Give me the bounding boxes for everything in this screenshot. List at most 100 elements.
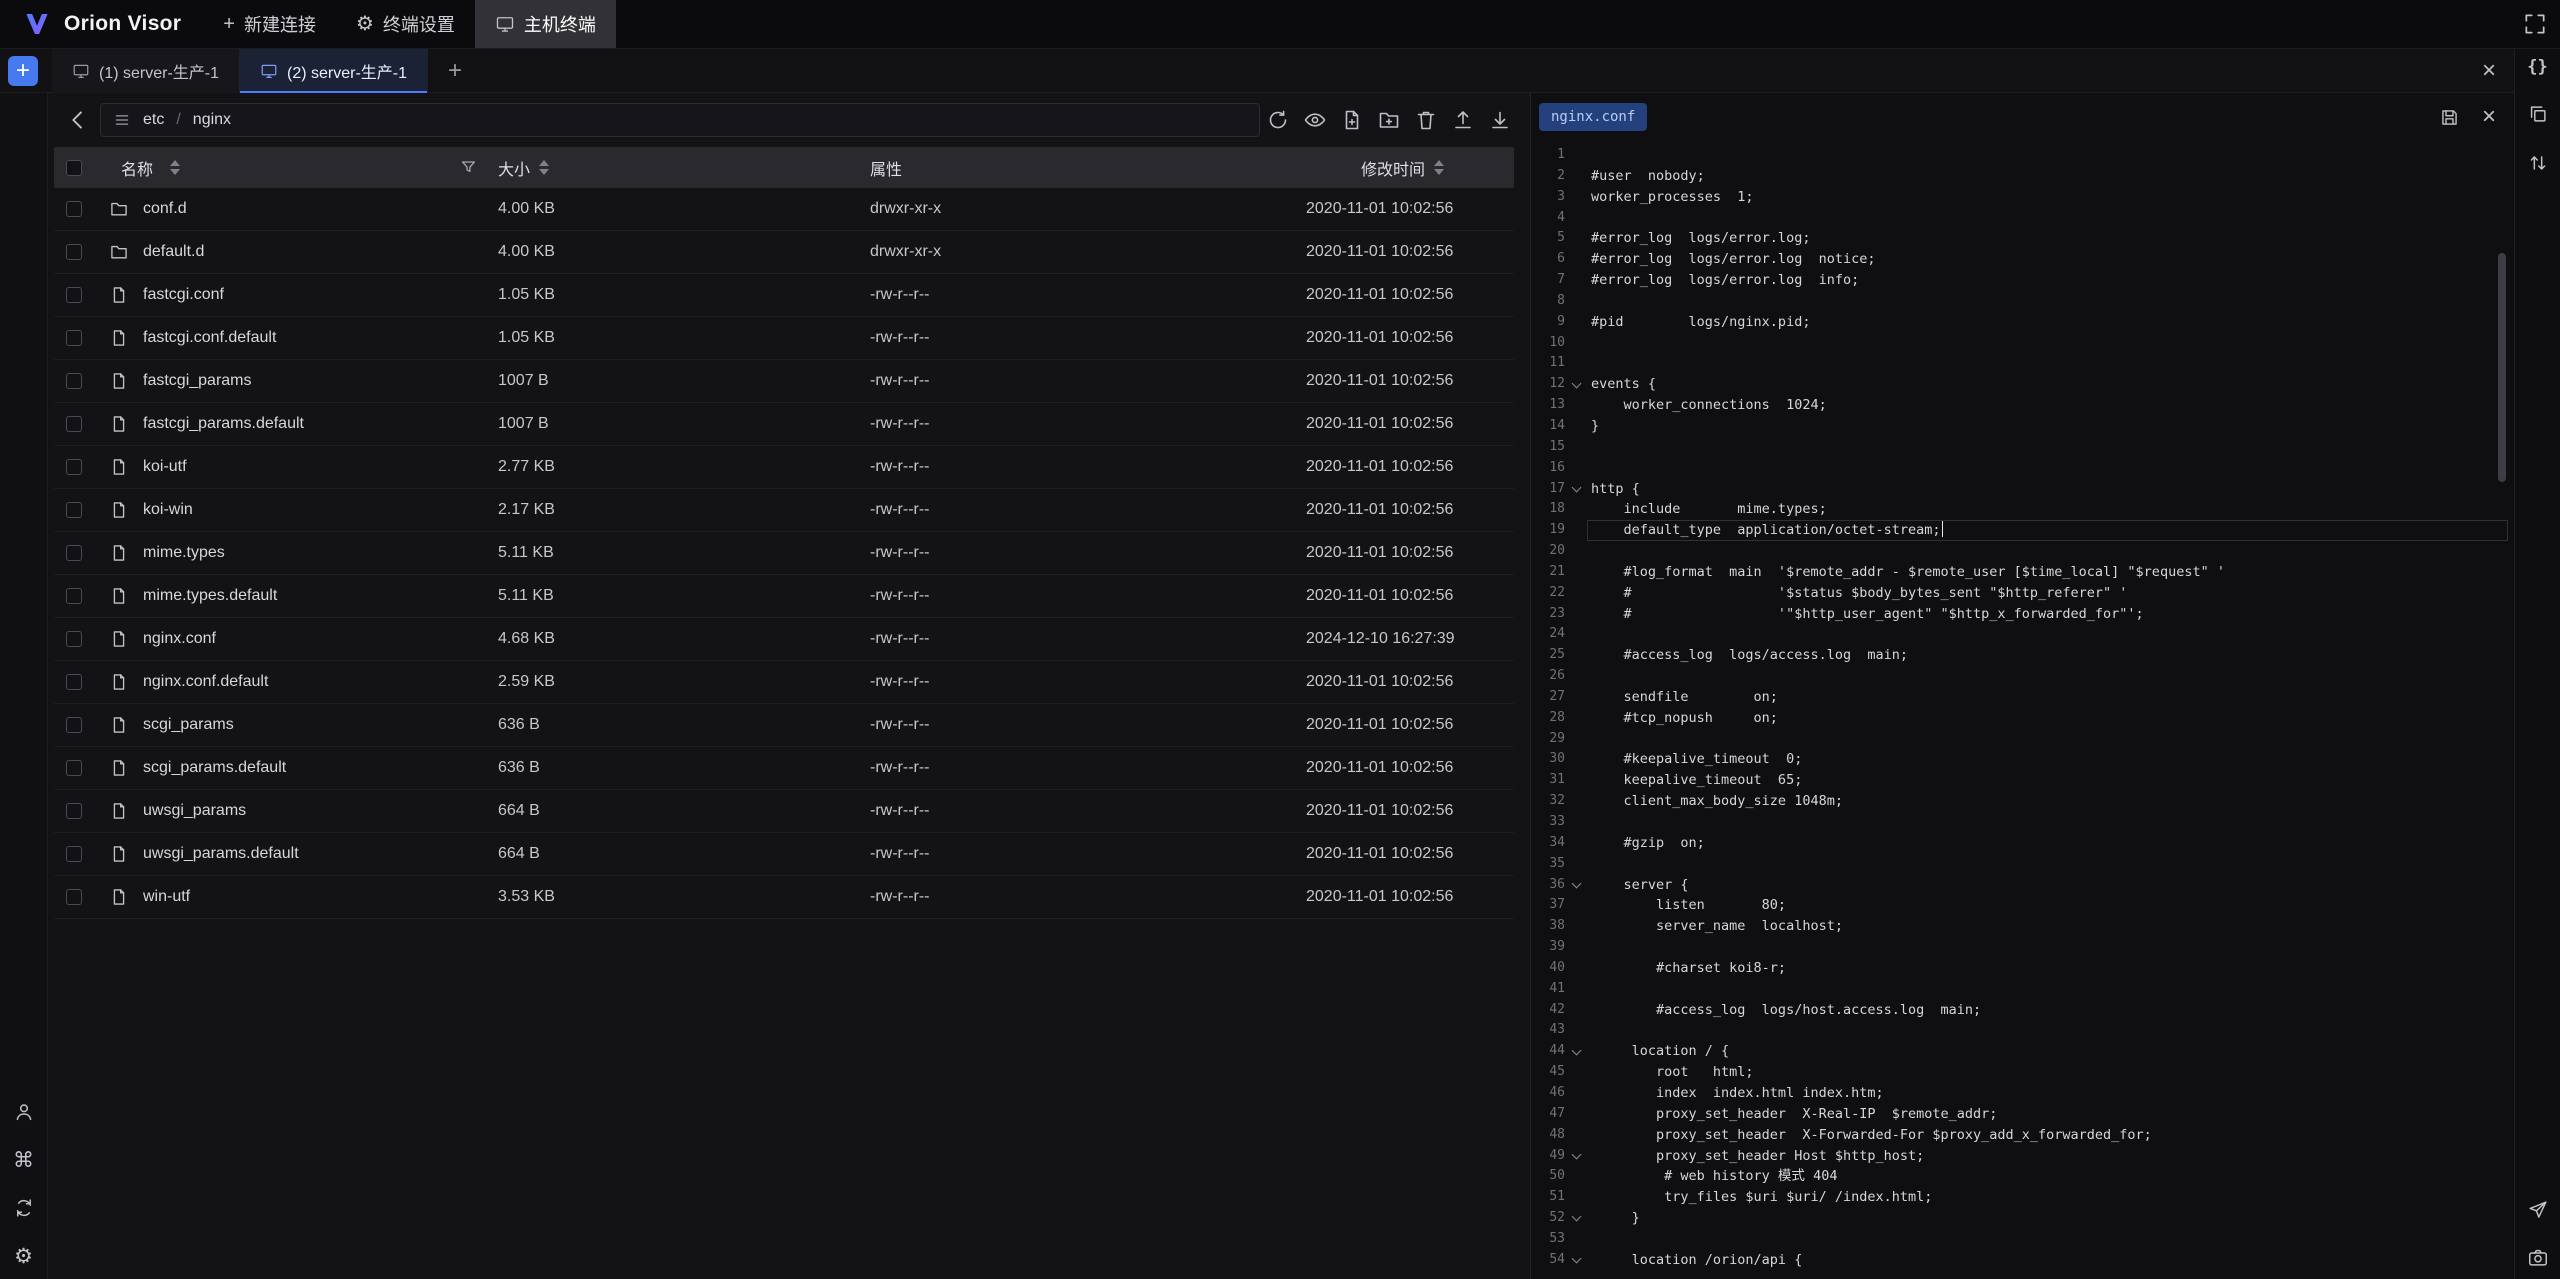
line-number[interactable]: 48 [1531, 1125, 1565, 1146]
fold-chevron-icon[interactable] [1571, 879, 1581, 889]
fold-gutter[interactable] [1565, 145, 1587, 166]
line-number[interactable]: 29 [1531, 729, 1565, 750]
file-row[interactable]: koi-utf 2.77 KB -rw-r--r-- 2020-11-01 10… [54, 446, 1514, 489]
delete-icon[interactable] [1414, 108, 1438, 132]
line-number[interactable]: 54 [1531, 1250, 1565, 1271]
line-number[interactable]: 43 [1531, 1020, 1565, 1041]
download-icon[interactable] [1488, 108, 1512, 132]
line-number[interactable]: 12 [1531, 374, 1565, 395]
code-editor[interactable]: 1 2 #user nobody; 3 worker_processes 1; … [1531, 139, 2514, 1279]
fold-gutter[interactable] [1565, 1229, 1587, 1250]
fold-gutter[interactable] [1565, 770, 1587, 791]
line-number[interactable]: 23 [1531, 604, 1565, 625]
breadcrumb[interactable]: etc / nginx [100, 103, 1260, 137]
fold-gutter[interactable] [1565, 958, 1587, 979]
file-row[interactable]: default.d 4.00 KB drwxr-xr-x 2020-11-01 … [54, 231, 1514, 274]
swap-vertical-icon[interactable] [2527, 152, 2549, 174]
sort-mtime-icon[interactable] [1434, 160, 1444, 175]
line-number[interactable]: 1 [1531, 145, 1565, 166]
fold-gutter[interactable] [1565, 1166, 1587, 1187]
fold-gutter[interactable] [1565, 249, 1587, 270]
line-number[interactable]: 24 [1531, 624, 1565, 645]
file-name[interactable]: default.d [137, 243, 204, 261]
file-row[interactable]: conf.d 4.00 KB drwxr-xr-x 2020-11-01 10:… [54, 188, 1514, 231]
row-checkbox[interactable] [66, 889, 82, 905]
file-name[interactable]: conf.d [137, 200, 187, 218]
file-name[interactable]: fastcgi.conf.default [137, 329, 276, 347]
file-name[interactable]: uwsgi_params [137, 802, 246, 820]
line-number[interactable]: 9 [1531, 312, 1565, 333]
line-number[interactable]: 40 [1531, 958, 1565, 979]
line-number[interactable]: 46 [1531, 1083, 1565, 1104]
fold-gutter[interactable] [1565, 520, 1587, 541]
line-number[interactable]: 53 [1531, 1229, 1565, 1250]
fold-gutter[interactable] [1565, 458, 1587, 479]
line-number[interactable]: 19 [1531, 520, 1565, 541]
fold-gutter[interactable] [1565, 1146, 1587, 1167]
line-number[interactable]: 21 [1531, 562, 1565, 583]
fold-gutter[interactable] [1565, 812, 1587, 833]
fold-gutter[interactable] [1565, 916, 1587, 937]
line-number[interactable]: 26 [1531, 666, 1565, 687]
line-number[interactable]: 22 [1531, 583, 1565, 604]
file-name[interactable]: nginx.conf.default [137, 673, 268, 691]
file-row[interactable]: uwsgi_params 664 B -rw-r--r-- 2020-11-01… [54, 790, 1514, 833]
line-number[interactable]: 52 [1531, 1208, 1565, 1229]
fold-gutter[interactable] [1565, 854, 1587, 875]
new-file-icon[interactable] [1340, 108, 1364, 132]
fold-gutter[interactable] [1565, 583, 1587, 604]
fold-gutter[interactable] [1565, 687, 1587, 708]
line-number[interactable]: 49 [1531, 1146, 1565, 1167]
file-row[interactable]: fastcgi_params.default 1007 B -rw-r--r--… [54, 403, 1514, 446]
fold-gutter[interactable] [1565, 833, 1587, 854]
line-number[interactable]: 36 [1531, 875, 1565, 896]
fold-gutter[interactable] [1565, 1125, 1587, 1146]
line-number[interactable]: 45 [1531, 1062, 1565, 1083]
file-name[interactable]: uwsgi_params.default [137, 845, 299, 863]
row-checkbox[interactable] [66, 717, 82, 733]
line-number[interactable]: 15 [1531, 437, 1565, 458]
fold-gutter[interactable] [1565, 1062, 1587, 1083]
fold-gutter[interactable] [1565, 416, 1587, 437]
fold-gutter[interactable] [1565, 749, 1587, 770]
menu-terminal-settings[interactable]: ⚙ 终端设置 [336, 0, 475, 48]
file-name[interactable]: fastcgi_params [137, 372, 252, 390]
column-size[interactable]: 大小 [498, 156, 530, 180]
line-number[interactable]: 6 [1531, 249, 1565, 270]
fold-chevron-icon[interactable] [1571, 482, 1581, 492]
fold-gutter[interactable] [1565, 291, 1587, 312]
line-number[interactable]: 2 [1531, 166, 1565, 187]
fold-gutter[interactable] [1565, 562, 1587, 583]
hidden-files-icon[interactable] [1303, 108, 1327, 132]
line-number[interactable]: 14 [1531, 416, 1565, 437]
fold-chevron-icon[interactable] [1571, 1045, 1581, 1055]
line-number[interactable]: 3 [1531, 187, 1565, 208]
fold-gutter[interactable] [1565, 895, 1587, 916]
fold-gutter[interactable] [1565, 1020, 1587, 1041]
line-number[interactable]: 5 [1531, 228, 1565, 249]
fold-gutter[interactable] [1565, 208, 1587, 229]
file-name[interactable]: scgi_params [137, 716, 234, 734]
line-number[interactable]: 17 [1531, 479, 1565, 500]
line-number[interactable]: 38 [1531, 916, 1565, 937]
line-number[interactable]: 7 [1531, 270, 1565, 291]
line-number[interactable]: 4 [1531, 208, 1565, 229]
file-row[interactable]: win-utf 3.53 KB -rw-r--r-- 2020-11-01 10… [54, 876, 1514, 919]
fold-gutter[interactable] [1565, 499, 1587, 520]
line-number[interactable]: 51 [1531, 1187, 1565, 1208]
fold-gutter[interactable] [1565, 1083, 1587, 1104]
back-button[interactable] [64, 106, 92, 134]
line-number[interactable]: 44 [1531, 1041, 1565, 1062]
line-number[interactable]: 39 [1531, 937, 1565, 958]
refresh-icon[interactable] [1266, 108, 1290, 132]
fold-gutter[interactable] [1565, 333, 1587, 354]
row-checkbox[interactable] [66, 244, 82, 260]
file-row[interactable]: nginx.conf.default 2.59 KB -rw-r--r-- 20… [54, 661, 1514, 704]
fold-gutter[interactable] [1565, 437, 1587, 458]
new-connection-button[interactable]: + [8, 56, 38, 86]
line-number[interactable]: 50 [1531, 1166, 1565, 1187]
fold-gutter[interactable] [1565, 791, 1587, 812]
line-number[interactable]: 8 [1531, 291, 1565, 312]
menu-host-terminal[interactable]: 主机终端 [475, 0, 616, 48]
file-row[interactable]: fastcgi_params 1007 B -rw-r--r-- 2020-11… [54, 360, 1514, 403]
